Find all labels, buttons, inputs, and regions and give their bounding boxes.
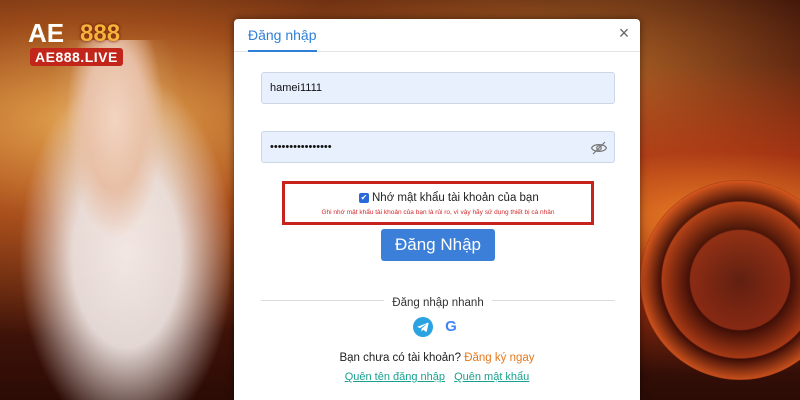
login-button[interactable]: Đăng Nhập [381, 229, 495, 261]
remember-password-row[interactable]: ✔ Nhớ mật khẩu tài khoản của bạn [359, 192, 539, 204]
brand-logo: AE 888 AE888.LIVE [28, 18, 148, 70]
forgot-links-row: Quên tên đăng nhập Quên mật khẩu [234, 371, 640, 383]
checkbox-checked-icon[interactable]: ✔ [359, 193, 369, 203]
logo-888-text: 888 [80, 20, 121, 47]
signup-prompt: Bạn chưa có tài khoản? [339, 352, 461, 364]
modal-header: Đăng nhập × [234, 19, 640, 52]
signup-row: Bạn chưa có tài khoản? Đăng ký ngay [234, 352, 640, 364]
google-icon[interactable]: G [441, 317, 461, 337]
logo-live-text: AE888.LIVE [30, 48, 123, 66]
tab-login[interactable]: Đăng nhập [248, 27, 317, 52]
social-login-row: G [413, 317, 461, 337]
remember-warning-text: Ghi nhớ mật khẩu tài khoản của bạn là rủ… [321, 209, 555, 216]
signup-link[interactable]: Đăng ký ngay [464, 352, 534, 364]
password-input[interactable] [262, 132, 614, 162]
eye-off-icon[interactable] [590, 139, 608, 157]
close-icon[interactable]: × [614, 23, 634, 43]
promo-model-image [0, 40, 230, 400]
quick-login-label: Đăng nhập nhanh [384, 297, 492, 309]
remember-password-highlight: ✔ Nhớ mật khẩu tài khoản của bạn Ghi nhớ… [282, 181, 594, 225]
remember-password-label[interactable]: Nhớ mật khẩu tài khoản của bạn [372, 192, 539, 204]
forgot-username-link[interactable]: Quên tên đăng nhập [345, 371, 445, 383]
quick-login-title: Đăng nhập nhanh [261, 293, 615, 311]
login-modal: Đăng nhập × ✔ Nhớ mật khẩu tài khoản của… [234, 19, 640, 400]
username-input[interactable] [262, 73, 614, 103]
telegram-icon[interactable] [413, 317, 433, 337]
username-field[interactable] [261, 72, 615, 104]
logo-ae-text: AE [28, 18, 65, 48]
forgot-password-link[interactable]: Quên mật khẩu [454, 371, 529, 383]
password-field[interactable] [261, 131, 615, 163]
